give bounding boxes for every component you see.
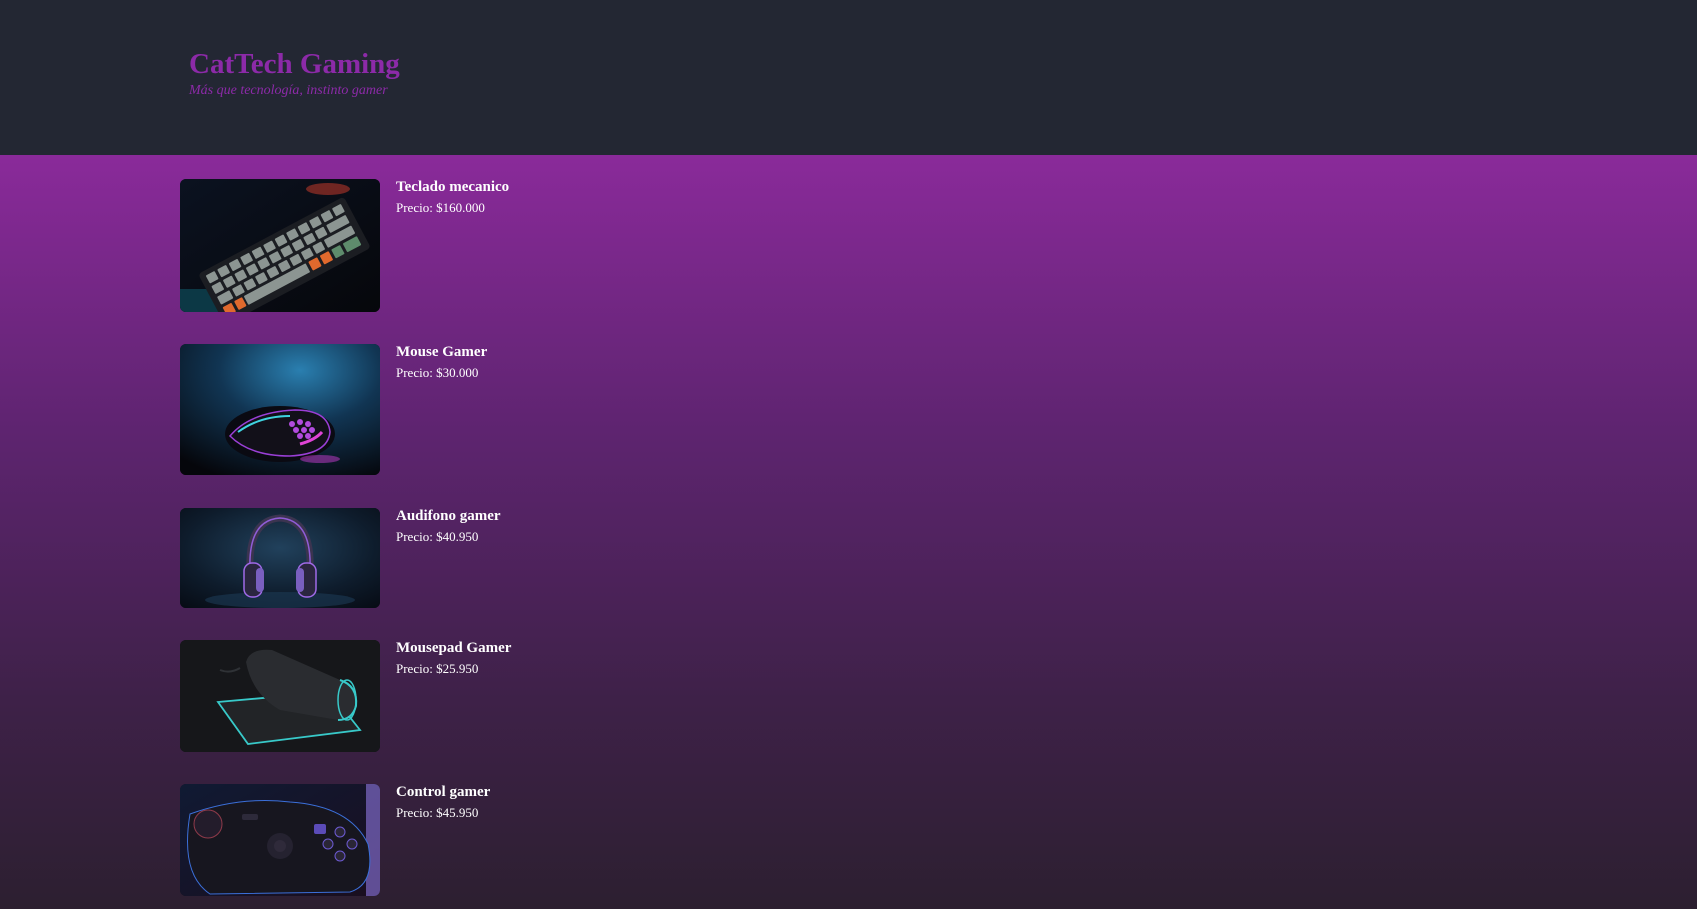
headphones-image[interactable] — [180, 508, 380, 608]
product-name: Teclado mecanico — [396, 179, 510, 195]
product-price: Precio: $40.950 — [396, 529, 479, 544]
keyboard-image[interactable] — [180, 179, 380, 312]
product-price: Precio: $45.950 — [396, 805, 479, 820]
brand-tagline: Más que tecnología, instinto gamer — [189, 83, 388, 98]
product-item-headphones[interactable]: Audifono gamer Precio: $40.950 — [180, 508, 740, 608]
product-price: Precio: $30.000 — [396, 365, 479, 380]
mousepad-image[interactable] — [180, 640, 380, 752]
product-price: Precio: $160.000 — [396, 200, 485, 215]
product-item-keyboard[interactable]: Teclado mecanico Precio: $160.000 — [180, 179, 740, 313]
product-item-mouse[interactable]: Mouse Gamer Precio: $30.000 — [180, 344, 740, 476]
mouse-image[interactable] — [180, 344, 380, 475]
product-name: Audifono gamer — [396, 508, 501, 524]
site-header: CatTech Gaming Más que tecnología, insti… — [0, 0, 1697, 155]
gamepad-image[interactable] — [180, 784, 380, 896]
product-name: Control gamer — [396, 784, 491, 800]
product-item-gamepad[interactable]: Control gamer Precio: $45.950 — [180, 784, 740, 896]
product-item-mousepad[interactable]: Mousepad Gamer Precio: $25.950 — [180, 640, 740, 752]
product-name: Mouse Gamer — [396, 344, 488, 360]
product-name: Mousepad Gamer — [396, 640, 512, 656]
product-price: Precio: $25.950 — [396, 661, 479, 676]
brand-title: CatTech Gaming — [189, 48, 400, 80]
